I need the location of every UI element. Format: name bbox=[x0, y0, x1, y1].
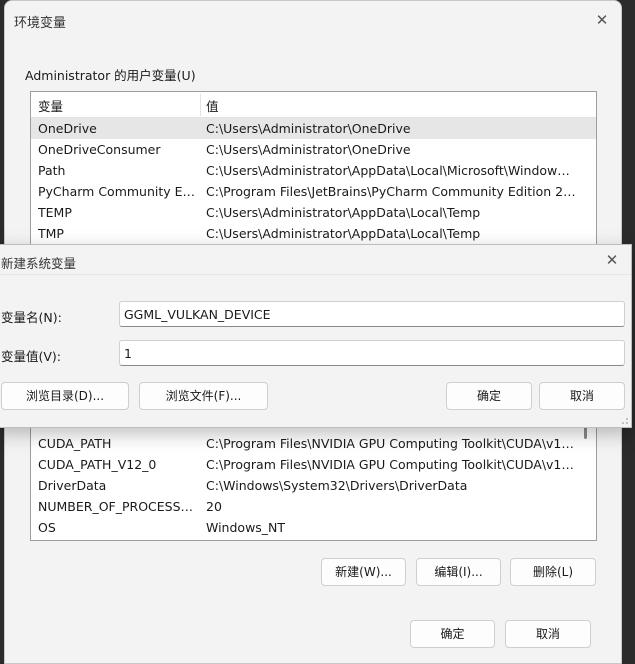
edit-system-variable-button[interactable]: 编辑(I)... bbox=[416, 558, 501, 586]
var-value: C:\Program Files\JetBrains\PyCharm Commu… bbox=[206, 184, 576, 199]
var-name: OS bbox=[38, 520, 56, 535]
var-name: Path bbox=[38, 163, 66, 178]
delete-system-variable-button[interactable]: 删除(L) bbox=[510, 558, 596, 586]
table-row[interactable]: OneDriveConsumer C:\Users\Administrator\… bbox=[31, 139, 596, 160]
table-row[interactable]: DriverData C:\Windows\System32\Drivers\D… bbox=[31, 475, 596, 496]
var-name: TMP bbox=[38, 226, 64, 241]
dialog-title: 环境变量 bbox=[14, 16, 67, 31]
list-header: 变量 值 bbox=[31, 92, 596, 118]
var-name: PyCharm Community Editi... bbox=[38, 184, 198, 199]
variable-value-label: 变量值(V): bbox=[1, 349, 62, 364]
dialog-title: 新建系统变量 bbox=[1, 256, 77, 271]
table-row[interactable]: PyCharm Community Editi... C:\Program Fi… bbox=[31, 181, 596, 202]
table-row[interactable]: Path C:\Users\Administrator\AppData\Loca… bbox=[31, 160, 596, 181]
var-value: C:\Windows\System32\Drivers\DriverData bbox=[206, 478, 468, 493]
var-value: C:\Users\Administrator\OneDrive bbox=[206, 121, 411, 136]
var-name: DriverData bbox=[38, 478, 107, 493]
var-name: TEMP bbox=[38, 205, 72, 220]
variable-name-input[interactable] bbox=[119, 301, 625, 327]
variable-name-label: 变量名(N): bbox=[1, 310, 62, 325]
browse-directory-button[interactable]: 浏览目录(D)... bbox=[1, 382, 129, 410]
column-separator[interactable] bbox=[200, 94, 201, 116]
table-row[interactable]: OneDrive C:\Users\Administrator\OneDrive bbox=[31, 118, 596, 139]
var-value: C:\Users\Administrator\AppData\Local\Tem… bbox=[206, 226, 481, 241]
table-row[interactable]: NUMBER_OF_PROCESSORS 20 bbox=[31, 496, 596, 517]
table-row[interactable]: TMP C:\Users\Administrator\AppData\Local… bbox=[31, 223, 596, 244]
var-value: C:\Users\Administrator\AppData\Local\Mic… bbox=[206, 163, 576, 178]
table-row[interactable]: OS Windows_NT bbox=[31, 517, 596, 538]
var-name: NUMBER_OF_PROCESSORS bbox=[38, 499, 198, 514]
var-name: CUDA_PATH_V12_0 bbox=[38, 457, 157, 472]
var-value: C:\Users\Administrator\OneDrive bbox=[206, 142, 411, 157]
variable-value-input[interactable] bbox=[119, 340, 625, 366]
new-system-variable-dialog: 新建系统变量 ✕ 变量名(N): 变量值(V): 浏览目录(D)... 浏览文件… bbox=[0, 244, 632, 428]
var-name: CUDA_PATH bbox=[38, 436, 112, 451]
cancel-button[interactable]: 取消 bbox=[539, 382, 625, 410]
var-value: 20 bbox=[206, 499, 222, 514]
new-system-variable-button[interactable]: 新建(W)... bbox=[321, 558, 406, 586]
var-name: OneDrive bbox=[38, 121, 97, 136]
ok-button[interactable]: 确定 bbox=[446, 382, 532, 410]
var-value: C:\Program Files\NVIDIA GPU Computing To… bbox=[206, 457, 576, 472]
dialog-titlebar[interactable]: 新建系统变量 ✕ bbox=[0, 245, 631, 275]
user-variables-group-label: Administrator 的用户变量(U) bbox=[25, 68, 196, 83]
cancel-button[interactable]: 取消 bbox=[505, 620, 591, 648]
ok-button[interactable]: 确定 bbox=[410, 620, 495, 648]
user-variables-list[interactable]: 变量 值 OneDrive C:\Users\Administrator\One… bbox=[30, 91, 597, 251]
close-icon[interactable]: ✕ bbox=[593, 11, 611, 29]
table-row[interactable]: TEMP C:\Users\Administrator\AppData\Loca… bbox=[31, 202, 596, 223]
table-row[interactable]: CUDA_PATH C:\Program Files\NVIDIA GPU Co… bbox=[31, 433, 596, 454]
system-variables-list[interactable]: CUDA_PATH C:\Program Files\NVIDIA GPU Co… bbox=[30, 417, 597, 541]
column-header-name[interactable]: 变量 bbox=[38, 96, 63, 115]
var-value: Windows_NT bbox=[206, 520, 286, 535]
column-header-value[interactable]: 值 bbox=[206, 96, 219, 115]
table-row[interactable]: CUDA_PATH_V12_0 C:\Program Files\NVIDIA … bbox=[31, 454, 596, 475]
var-name: OneDriveConsumer bbox=[38, 142, 161, 157]
close-icon[interactable]: ✕ bbox=[603, 251, 621, 269]
var-value: C:\Users\Administrator\AppData\Local\Tem… bbox=[206, 205, 481, 220]
resize-grip-icon[interactable] bbox=[621, 417, 629, 425]
browse-file-button[interactable]: 浏览文件(F)... bbox=[139, 382, 268, 410]
var-value: C:\Program Files\NVIDIA GPU Computing To… bbox=[206, 436, 576, 451]
